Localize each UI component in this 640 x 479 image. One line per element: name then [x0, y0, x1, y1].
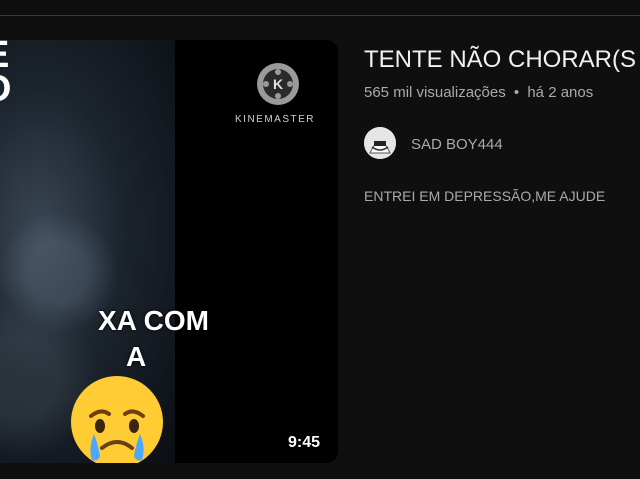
video-thumbnail[interactable]: ED XA COM A K KINEMASTER 9:45: [0, 40, 338, 463]
thumbnail-overlay-text: XA COM A: [98, 305, 209, 372]
meta-separator: •: [513, 84, 520, 101]
view-count: 565 mil visualizações: [364, 84, 506, 101]
upload-age: há 2 anos: [527, 84, 594, 101]
video-metadata: 565 mil visualizações • há 2 anos: [364, 84, 593, 101]
top-divider: [0, 15, 640, 16]
kinemaster-watermark: KINEMASTER: [235, 114, 316, 125]
svg-text:K: K: [273, 76, 283, 92]
sad-but-relieved-face-icon: [71, 376, 163, 463]
channel-avatar-icon[interactable]: [364, 127, 396, 159]
channel-name[interactable]: SAD BOY444: [411, 136, 503, 153]
video-duration: 9:45: [288, 434, 321, 451]
thumbnail-corner-text: ED: [0, 40, 12, 108]
kinemaster-logo-icon: K: [257, 63, 299, 105]
video-description: ENTREI EM DEPRESSÃO,ME AJUDE: [364, 188, 606, 204]
video-title[interactable]: TENTE NÃO CHORAR(S: [364, 46, 636, 74]
